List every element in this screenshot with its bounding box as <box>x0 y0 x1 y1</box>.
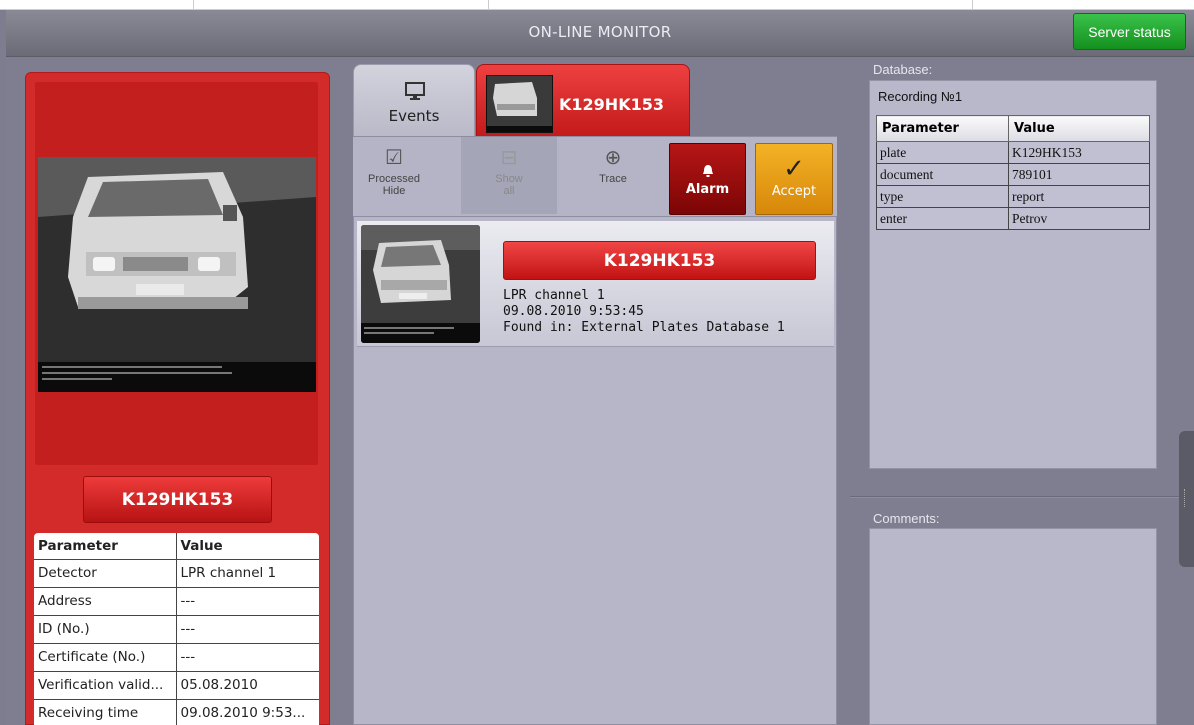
db-field-name: enter <box>876 207 1009 230</box>
column-header: Value <box>1008 115 1150 142</box>
recording-title: Recording №1 <box>878 89 963 104</box>
parameter-value: LPR channel 1 <box>176 559 319 588</box>
parameter-name: Verification valid... <box>34 671 177 700</box>
parameter-value: --- <box>176 615 319 644</box>
processed-hide-button[interactable]: ☑ Processed Hide <box>357 137 431 214</box>
show-all-icon: ⊟ <box>500 147 518 169</box>
event-details: LPR channel 1 09.08.2010 9:53:45 Found i… <box>503 288 785 336</box>
db-field-name: document <box>876 163 1009 186</box>
table-row: Detector LPR channel 1 <box>34 559 319 588</box>
parameter-name: Detector <box>34 559 177 588</box>
trace-label: Trace <box>599 173 627 185</box>
event-thumbnail <box>361 225 480 343</box>
comments-field[interactable] <box>869 528 1157 725</box>
table-row: Verification valid... 05.08.2010 <box>34 671 319 700</box>
db-field-name: type <box>876 185 1009 208</box>
event-channel: LPR channel 1 <box>503 288 605 303</box>
hide-label: Hide <box>382 185 406 197</box>
event-plate-badge: K129HK153 <box>503 241 816 280</box>
window-title: ON-LINE MONITOR <box>528 23 672 41</box>
crosshair-icon: ⊕ <box>604 147 622 169</box>
table-row: Receiving time 09.08.2010 9:53... <box>34 699 319 725</box>
column-header: Parameter <box>34 533 177 560</box>
detection-parameters-table: Parameter Value Detector LPR channel 1 A… <box>34 533 319 725</box>
database-table: Parameter Value plate K129HK153 document… <box>876 115 1150 230</box>
top-strip-separator <box>488 0 489 10</box>
checkmark-icon: ✓ <box>783 154 805 184</box>
parameter-value: --- <box>176 587 319 616</box>
table-header-row: Parameter Value <box>34 533 319 560</box>
processed-label: Processed <box>368 173 420 185</box>
parameter-value: --- <box>176 643 319 672</box>
show-all-button[interactable]: ⊟ Show all <box>461 137 557 214</box>
grip-icon <box>1184 489 1187 507</box>
parameter-name: Address <box>34 587 177 616</box>
db-field-value: Petrov <box>1008 207 1150 230</box>
parameter-name: ID (No.) <box>34 615 177 644</box>
tab-plate-label: K129HK153 <box>559 95 664 114</box>
db-field-value: 789101 <box>1008 163 1150 186</box>
database-label: Database: <box>873 62 933 77</box>
table-row: document 789101 <box>876 163 1150 186</box>
plate-tab-thumbnail <box>486 75 553 133</box>
event-list-item[interactable]: K129HK153 LPR channel 1 09.08.2010 9:53:… <box>357 221 834 347</box>
processed-check-icon: ☑ <box>385 147 403 169</box>
table-row: ID (No.) --- <box>34 615 319 644</box>
table-row: type report <box>876 185 1150 208</box>
parameter-name: Receiving time <box>34 699 177 725</box>
db-field-name: plate <box>876 141 1009 164</box>
tab-events[interactable]: Events <box>353 64 475 136</box>
alarm-label: Alarm <box>685 182 730 197</box>
top-strip-separator <box>193 0 194 10</box>
all-label: all <box>503 185 515 197</box>
event-found-in: Found in: External Plates Database 1 <box>503 320 785 335</box>
monitor-icon <box>405 81 425 101</box>
column-header: Parameter <box>876 115 1009 142</box>
event-datetime: 09.08.2010 9:53:45 <box>503 304 644 319</box>
show-label: Show <box>495 173 523 185</box>
tab-events-label: Events <box>388 107 440 125</box>
side-panel-handle[interactable] <box>1179 431 1194 567</box>
table-row: plate K129HK153 <box>876 141 1150 164</box>
accept-label: Accept <box>771 184 817 199</box>
table-row: enter Petrov <box>876 207 1150 230</box>
table-header-row: Parameter Value <box>876 115 1150 142</box>
table-row: Certificate (No.) --- <box>34 643 319 672</box>
accept-button[interactable]: ✓ Accept <box>755 143 833 215</box>
vehicle-snapshot <box>38 157 316 392</box>
top-strip-separator <box>972 0 973 10</box>
parameter-name: Certificate (No.) <box>34 643 177 672</box>
plate-number-button[interactable]: K129HK153 <box>83 476 272 523</box>
comments-label: Comments: <box>873 511 940 526</box>
trace-button[interactable]: ⊕ Trace <box>573 137 653 214</box>
title-bar: ON-LINE MONITOR Server status <box>6 10 1194 57</box>
db-field-value: report <box>1008 185 1150 208</box>
parameter-value: 09.08.2010 9:53... <box>176 699 319 725</box>
top-strip <box>0 0 1194 10</box>
alarm-button[interactable]: Alarm <box>669 143 746 215</box>
parameter-value: 05.08.2010 <box>176 671 319 700</box>
server-status-button[interactable]: Server status <box>1073 13 1186 50</box>
bell-icon <box>670 164 745 180</box>
db-field-value: K129HK153 <box>1008 141 1150 164</box>
panel-splitter[interactable] <box>850 496 1194 498</box>
table-row: Address --- <box>34 587 319 616</box>
column-header: Value <box>176 533 319 560</box>
tab-plate[interactable]: K129HK153 <box>476 64 690 136</box>
